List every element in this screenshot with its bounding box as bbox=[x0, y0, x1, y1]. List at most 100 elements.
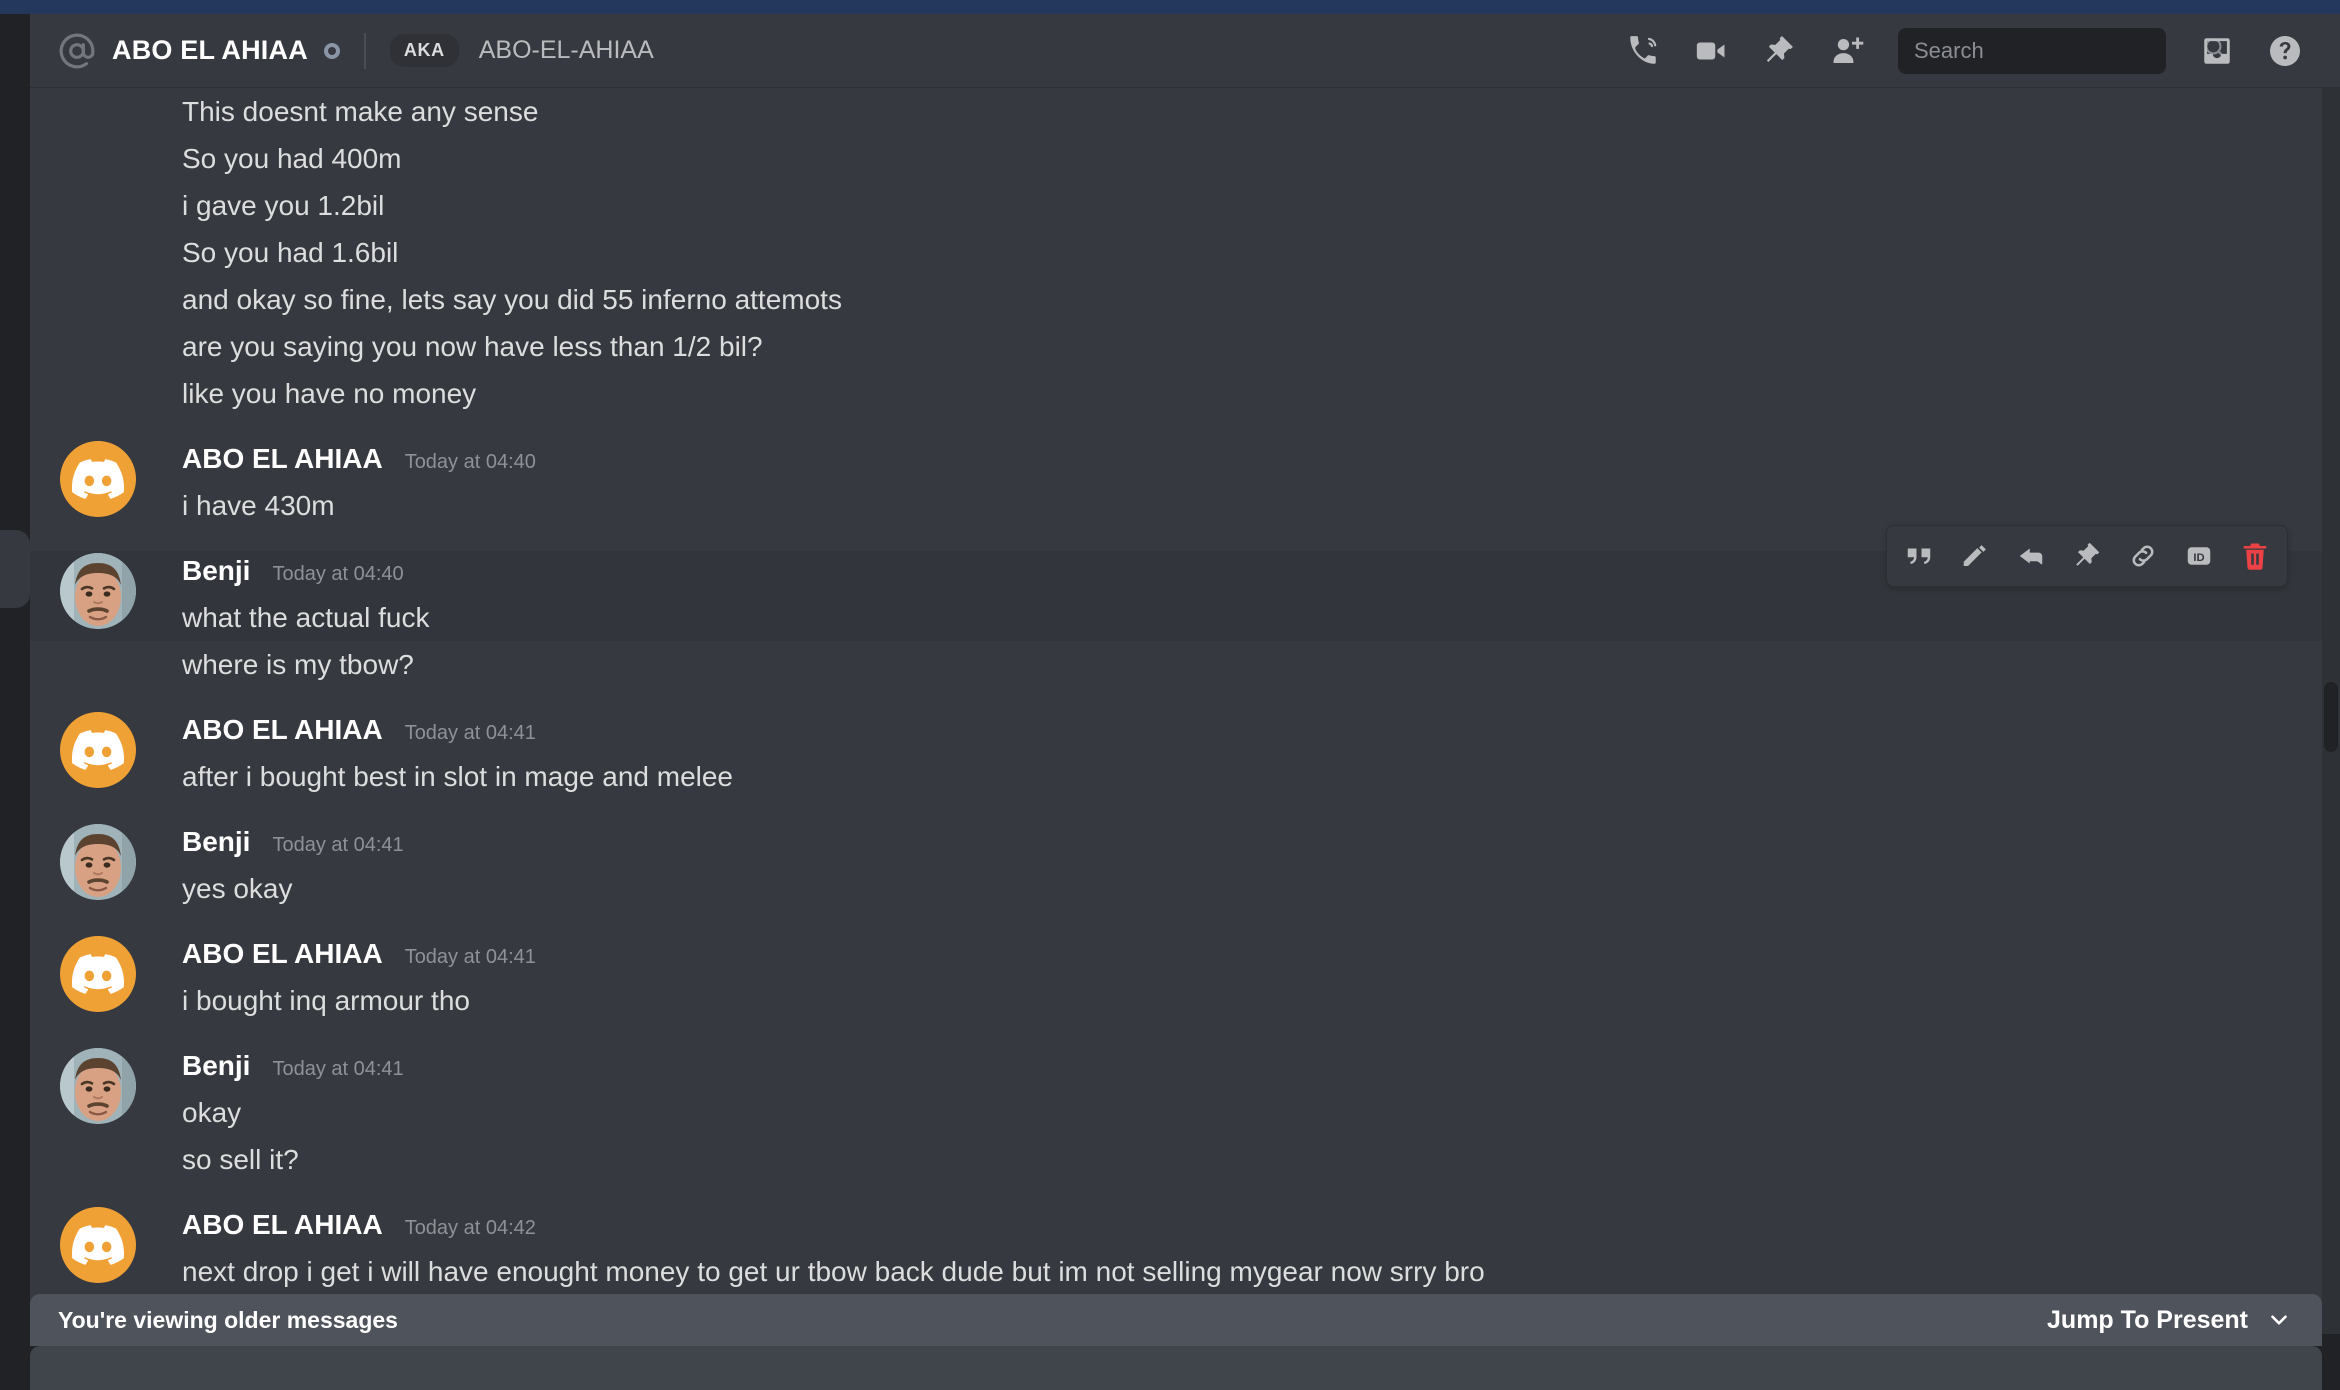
help-icon[interactable] bbox=[2264, 30, 2306, 72]
message-group: Benji Today at 04:41 yes okay bbox=[30, 822, 2322, 912]
add-friends-icon[interactable] bbox=[1826, 30, 1868, 72]
message-group: ID Benji Today at 04:40 what the actual fuc… bbox=[30, 525, 2322, 688]
start-voice-call-icon[interactable] bbox=[1622, 30, 1664, 72]
message-text: i gave you 1.2bil bbox=[182, 190, 385, 221]
message-header: Benji Today at 04:41 bbox=[64, 1046, 2288, 1089]
message-group: ABO EL AHIAA Today at 04:40 i have 430m bbox=[30, 439, 2322, 529]
message-author[interactable]: ABO EL AHIAA bbox=[182, 710, 383, 750]
channel-header: ABO EL AHIAA AKA ABO-EL-AHIAA bbox=[30, 14, 2340, 88]
message-line[interactable]: So you had 400m bbox=[30, 135, 2322, 182]
message-line[interactable]: i gave you 1.2bil bbox=[30, 182, 2322, 229]
message-line[interactable]: are you saying you now have less than 1/… bbox=[30, 323, 2322, 370]
aka-username: ABO-EL-AHIAA bbox=[478, 36, 654, 64]
pinned-messages-icon[interactable] bbox=[1758, 30, 1800, 72]
message-text: and okay so fine, lets say you did 55 in… bbox=[182, 284, 842, 315]
message-header: ABO EL AHIAA Today at 04:41 bbox=[64, 710, 2288, 753]
aka-badge: AKA bbox=[389, 34, 459, 67]
message-header: ABO EL AHIAA Today at 04:41 bbox=[64, 934, 2288, 977]
message-groups: ABO EL AHIAA Today at 04:40 i have 430m ID B… bbox=[30, 439, 2322, 1295]
message-text: yes okay bbox=[182, 873, 293, 904]
message-header: ABO EL AHIAA Today at 04:42 bbox=[64, 1205, 2288, 1248]
message-author[interactable]: ABO EL AHIAA bbox=[182, 439, 383, 479]
message-line[interactable]: like you have no money bbox=[30, 370, 2322, 417]
avatar[interactable] bbox=[60, 712, 136, 788]
copy-id-icon[interactable]: ID bbox=[2171, 528, 2227, 584]
message-author[interactable]: ABO EL AHIAA bbox=[182, 1205, 383, 1245]
message-timestamp: Today at 04:41 bbox=[404, 722, 536, 744]
message-author[interactable]: Benji bbox=[182, 551, 250, 591]
message-text: next drop i get i will have enought mone… bbox=[182, 1256, 1485, 1287]
message-line[interactable]: ABO EL AHIAA Today at 04:42 next drop i ge… bbox=[30, 1205, 2322, 1295]
message-text: are you saying you now have less than 1/… bbox=[182, 331, 763, 362]
edit-pencil-icon[interactable] bbox=[1947, 528, 2003, 584]
message-group: ABO EL AHIAA Today at 04:42 next drop i ge… bbox=[30, 1205, 2322, 1295]
message-timestamp: Today at 04:40 bbox=[404, 451, 536, 473]
message-author[interactable]: ABO EL AHIAA bbox=[182, 934, 383, 974]
message-timestamp: Today at 04:42 bbox=[404, 1217, 536, 1239]
message-hover-toolbar: ID bbox=[1886, 525, 2288, 587]
message-header: Benji Today at 04:41 bbox=[64, 822, 2288, 865]
message-line[interactable]: Benji Today at 04:41 okay bbox=[30, 1046, 2322, 1136]
message-text: So you had 400m bbox=[182, 143, 402, 174]
message-text: This doesnt make any sense bbox=[182, 96, 539, 127]
window-title-accent-bar bbox=[0, 0, 2340, 14]
message-timestamp: Today at 04:41 bbox=[272, 1058, 404, 1080]
message-text: where is my tbow? bbox=[182, 649, 414, 680]
message-line[interactable]: where is my tbow? bbox=[30, 641, 2322, 688]
message-group: ABO EL AHIAA Today at 04:41 after i bought… bbox=[30, 710, 2322, 800]
channel-header-actions bbox=[1622, 27, 2340, 74]
svg-text:ID: ID bbox=[2193, 552, 2204, 564]
start-video-call-icon[interactable] bbox=[1690, 30, 1732, 72]
page-title: ABO EL AHIAA bbox=[112, 35, 308, 65]
composer-strip[interactable] bbox=[30, 1346, 2322, 1390]
message-line[interactable]: so sell it? bbox=[30, 1136, 2322, 1183]
message-author[interactable]: Benji bbox=[182, 822, 250, 862]
message-line[interactable]: So you had 1.6bil bbox=[30, 229, 2322, 276]
search-input[interactable] bbox=[1914, 37, 2202, 64]
avatar[interactable] bbox=[60, 553, 136, 629]
header-divider bbox=[363, 32, 366, 69]
leading-continuation-lines: This doesnt make any sense So you had 400… bbox=[30, 88, 2322, 417]
delete-icon[interactable] bbox=[2227, 528, 2283, 584]
reply-icon[interactable] bbox=[2003, 528, 2059, 584]
message-line[interactable]: ABO EL AHIAA Today at 04:41 i bought inq a… bbox=[30, 934, 2322, 1024]
status-badge bbox=[323, 42, 340, 59]
message-line[interactable]: ID Benji Today at 04:40 what the actual fuc… bbox=[30, 525, 2322, 641]
discord-window: ABO EL AHIAA AKA ABO-EL-AHIAA Search Thi… bbox=[0, 0, 2340, 1390]
message-scrollbar-thumb[interactable] bbox=[2324, 682, 2338, 752]
message-line[interactable]: Benji Today at 04:41 yes okay bbox=[30, 822, 2322, 912]
avatar[interactable] bbox=[60, 824, 136, 900]
message-group: Benji Today at 04:41 okay so sell it? bbox=[30, 1046, 2322, 1183]
older-messages-bar: You're viewing older messages Jump To Pr… bbox=[30, 1294, 2322, 1346]
copy-link-icon[interactable] bbox=[2115, 528, 2171, 584]
message-text: So you had 1.6bil bbox=[182, 237, 399, 268]
message-scrollbar-track[interactable] bbox=[2322, 88, 2340, 1334]
quote-icon[interactable] bbox=[1891, 528, 1947, 584]
search-box[interactable] bbox=[1898, 27, 2226, 74]
server-rail-active-pill[interactable] bbox=[0, 530, 30, 608]
message-text: so sell it? bbox=[182, 1144, 299, 1175]
message-line[interactable]: and okay so fine, lets say you did 55 in… bbox=[30, 276, 2322, 323]
message-line[interactable]: ABO EL AHIAA Today at 04:40 i have 430m bbox=[30, 439, 2322, 529]
message-list[interactable]: This doesnt make any sense So you had 400… bbox=[30, 88, 2322, 1334]
message-line[interactable]: ABO EL AHIAA Today at 04:41 after i bought… bbox=[30, 710, 2322, 800]
message-text: i have 430m bbox=[182, 490, 335, 521]
message-timestamp: Today at 04:41 bbox=[404, 946, 536, 968]
at-sign-icon bbox=[58, 32, 96, 70]
server-rail bbox=[0, 14, 30, 1390]
jump-to-present-button[interactable]: Jump To Present bbox=[2047, 1306, 2292, 1335]
message-text: okay bbox=[182, 1097, 242, 1128]
message-text: i bought inq armour tho bbox=[182, 985, 470, 1016]
older-messages-label: You're viewing older messages bbox=[58, 1306, 398, 1333]
inbox-icon[interactable] bbox=[2196, 30, 2238, 72]
pin-icon[interactable] bbox=[2059, 528, 2115, 584]
message-text: after i bought best in slot in mage and … bbox=[182, 761, 734, 792]
avatar[interactable] bbox=[60, 936, 136, 1012]
avatar[interactable] bbox=[60, 1207, 136, 1283]
chevron-down-icon bbox=[2266, 1307, 2292, 1333]
message-line[interactable]: This doesnt make any sense bbox=[30, 88, 2322, 135]
message-text: like you have no money bbox=[182, 378, 477, 409]
avatar[interactable] bbox=[60, 1048, 136, 1124]
message-author[interactable]: Benji bbox=[182, 1046, 250, 1086]
avatar[interactable] bbox=[60, 441, 136, 517]
